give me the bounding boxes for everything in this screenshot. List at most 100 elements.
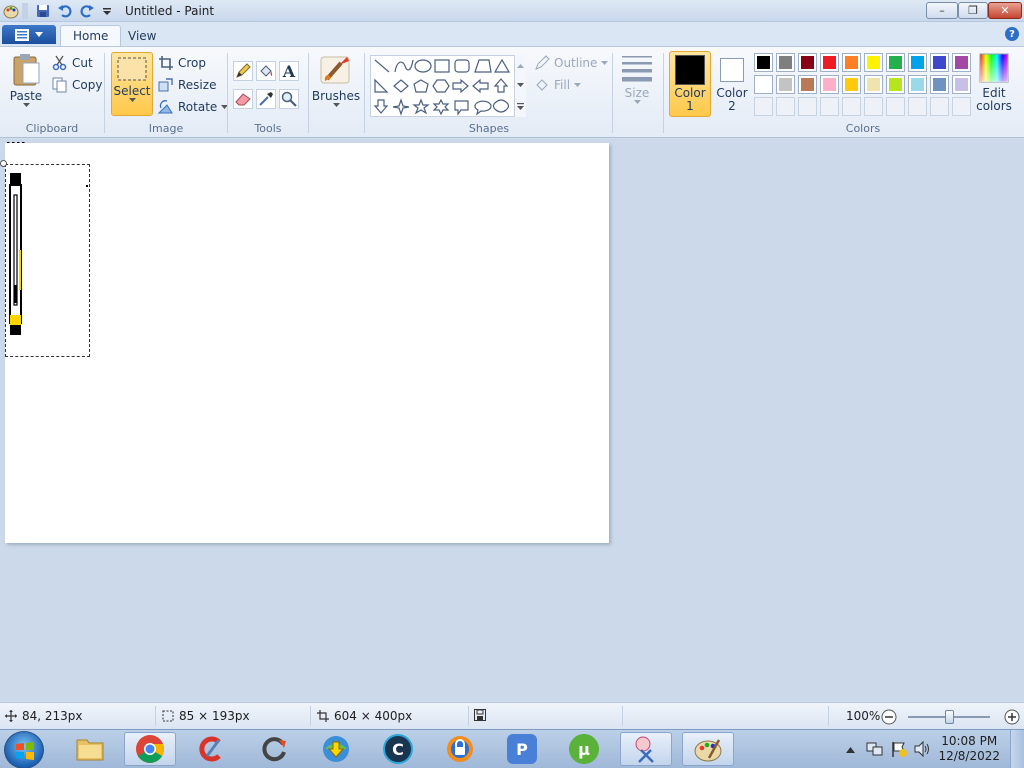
magnifier-tool[interactable]: [279, 89, 299, 109]
show-hidden-icons-button[interactable]: [846, 742, 855, 756]
taskbar-idm[interactable]: [310, 732, 362, 766]
maximize-button[interactable]: ❐: [958, 2, 988, 19]
fill-button[interactable]: Fill: [534, 75, 582, 95]
color-swatch[interactable]: [864, 53, 883, 72]
brushes-button[interactable]: Brushes: [312, 53, 360, 108]
resize-button[interactable]: Resize: [158, 75, 216, 95]
zoom-slider-thumb[interactable]: [945, 710, 954, 724]
color-swatch[interactable]: [776, 75, 795, 94]
fill-tool[interactable]: [256, 61, 276, 81]
copy-button[interactable]: Copy: [52, 75, 102, 95]
rotate-button[interactable]: Rotate: [158, 97, 229, 117]
minimize-button[interactable]: –: [926, 2, 958, 19]
pasted-pen-drawing: [9, 173, 88, 335]
custom-color-slot[interactable]: [798, 97, 817, 116]
tab-home[interactable]: Home: [60, 25, 122, 46]
tab-view[interactable]: View: [116, 25, 168, 46]
shapes-gallery-scroll[interactable]: [514, 55, 526, 117]
speaker-icon: [914, 740, 929, 758]
redo-icon[interactable]: [78, 2, 96, 20]
custom-color-slot[interactable]: [886, 97, 905, 116]
save-icon[interactable]: [34, 2, 52, 20]
size-button[interactable]: Size: [616, 53, 658, 105]
zoom-out-icon: [881, 709, 897, 725]
crop-button[interactable]: Crop: [158, 53, 206, 73]
custom-color-slot[interactable]: [930, 97, 949, 116]
volume-tray-icon[interactable]: [913, 740, 931, 761]
color-swatch[interactable]: [754, 75, 773, 94]
color1-button[interactable]: Color 1: [669, 51, 711, 117]
taskbar-explorer[interactable]: [64, 732, 116, 766]
color-swatch[interactable]: [842, 53, 861, 72]
color-swatch[interactable]: [776, 53, 795, 72]
color-swatch[interactable]: [930, 75, 949, 94]
custom-color-slot[interactable]: [776, 97, 795, 116]
selection-rectangle[interactable]: [5, 164, 90, 357]
zoom-in-button[interactable]: [1004, 709, 1020, 725]
color-swatch[interactable]: [798, 53, 817, 72]
paint-app-icon[interactable]: [2, 2, 20, 20]
taskbar-picpick[interactable]: P: [496, 732, 548, 766]
drawing-canvas[interactable]: [0, 143, 609, 543]
custom-color-slot[interactable]: [820, 97, 839, 116]
taskbar-paint[interactable]: [682, 732, 734, 766]
cut-button[interactable]: Cut: [52, 53, 93, 73]
network-tray-icon[interactable]: [866, 740, 884, 761]
color-swatch[interactable]: [908, 53, 927, 72]
paste-button[interactable]: Paste: [6, 53, 46, 108]
taskbar-ccleaner-browser[interactable]: C: [372, 732, 424, 766]
edit-colors-button[interactable]: Edit colors: [974, 53, 1014, 113]
color-swatch[interactable]: [754, 53, 773, 72]
gallery-expand-icon[interactable]: [517, 102, 524, 110]
outline-label: Outline: [554, 56, 598, 70]
action-center-tray-icon[interactable]: [890, 740, 908, 761]
clock[interactable]: 10:08 PM 12/8/2022: [938, 734, 1000, 764]
title-bar: Untitled - Paint – ❐ ✕: [0, 0, 1024, 22]
taskbar-avast-browser[interactable]: [434, 732, 486, 766]
color-swatch[interactable]: [930, 53, 949, 72]
color2-button[interactable]: Color 2: [712, 51, 752, 117]
pencil-tool[interactable]: [233, 61, 253, 81]
text-tool[interactable]: A: [279, 61, 299, 81]
zoom-out-button[interactable]: [881, 709, 897, 725]
taskbar-snipping-tool[interactable]: [620, 732, 672, 766]
close-button[interactable]: ✕: [988, 2, 1022, 19]
taskbar-reload[interactable]: [248, 732, 300, 766]
undo-icon[interactable]: [56, 2, 74, 20]
custom-color-slot[interactable]: [864, 97, 883, 116]
show-desktop-button[interactable]: [1010, 730, 1024, 768]
color-swatch[interactable]: [798, 75, 817, 94]
resize-label: Resize: [178, 78, 217, 92]
help-button[interactable]: ?: [1005, 27, 1019, 41]
color-swatch[interactable]: [820, 75, 839, 94]
eraser-tool[interactable]: [233, 89, 253, 109]
color-swatch[interactable]: [864, 75, 883, 94]
color-swatch[interactable]: [908, 75, 927, 94]
color-swatch[interactable]: [952, 75, 971, 94]
selection-handle[interactable]: [0, 160, 7, 167]
color1-swatch: [675, 55, 705, 85]
color-swatch[interactable]: [820, 53, 839, 72]
scroll-up-icon[interactable]: [517, 63, 524, 68]
taskbar-chrome[interactable]: [124, 732, 176, 766]
canvas-workspace[interactable]: [0, 139, 1024, 701]
color-picker-tool[interactable]: [256, 89, 276, 109]
taskbar-utorrent[interactable]: µ: [558, 732, 610, 766]
outline-button[interactable]: Outline: [534, 53, 609, 73]
color-swatch[interactable]: [842, 75, 861, 94]
start-button[interactable]: [4, 731, 44, 768]
customize-quick-access-chevron-icon[interactable]: [98, 2, 116, 20]
ribbon: Paste Cut Copy Clipboard Select Crop Res…: [0, 46, 1024, 138]
zoom-in-icon: [1004, 709, 1020, 725]
taskbar-ccleaner[interactable]: [186, 732, 238, 766]
color-swatch[interactable]: [886, 75, 905, 94]
custom-color-slot[interactable]: [908, 97, 927, 116]
custom-color-slot[interactable]: [952, 97, 971, 116]
select-button[interactable]: Select: [111, 52, 153, 116]
color-swatch[interactable]: [886, 53, 905, 72]
custom-color-slot[interactable]: [842, 97, 861, 116]
scroll-down-icon[interactable]: [517, 82, 524, 88]
paint-menu-button[interactable]: [2, 25, 56, 44]
custom-color-slot[interactable]: [754, 97, 773, 116]
color-swatch[interactable]: [952, 53, 971, 72]
